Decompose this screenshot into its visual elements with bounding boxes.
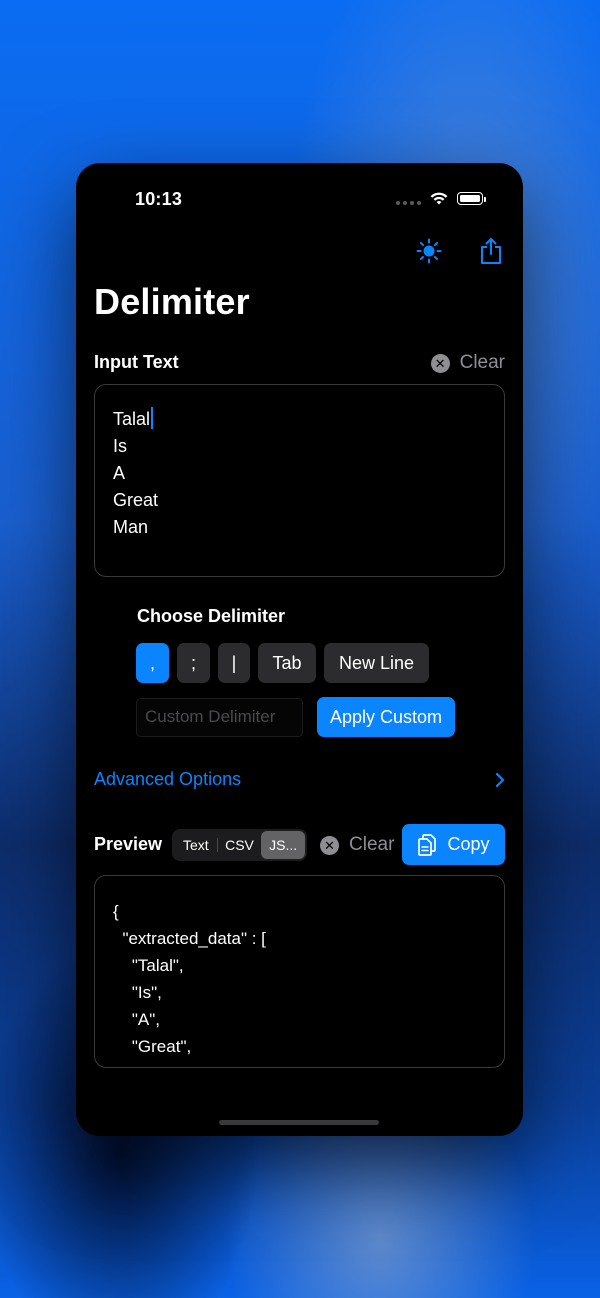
preview-line: { — [113, 902, 119, 921]
preview-line: "Is", — [113, 983, 162, 1002]
input-text-label: Input Text — [94, 352, 179, 372]
format-csv-segment[interactable]: CSV — [218, 831, 262, 859]
choose-delimiter-label: Choose Delimiter — [137, 606, 286, 626]
copy-button[interactable]: Copy — [402, 824, 505, 865]
custom-delimiter-row: Apply Custom — [136, 697, 456, 737]
preview-line: "Great", — [113, 1037, 192, 1056]
chevron-right-icon — [495, 772, 505, 787]
input-text-area[interactable]: Talal Is A Great Man — [94, 384, 505, 577]
preview-label: Preview — [94, 834, 163, 854]
delimiter-semicolon-button[interactable]: ; — [177, 643, 210, 683]
wifi-icon — [430, 192, 448, 205]
preview-line: "A", — [113, 1010, 161, 1029]
toolbar — [415, 237, 505, 265]
advanced-options-label: Advanced Options — [94, 769, 242, 789]
text-caret — [151, 407, 154, 429]
home-indicator[interactable] — [219, 1120, 379, 1125]
input-line: Talal — [113, 406, 486, 433]
app-window: 10:13 Delimiter Input Text ✕ Clear Talal… — [76, 163, 523, 1136]
preview-clear-label: Clear — [349, 834, 395, 855]
preview-line: "extracted_data" : [ — [113, 929, 266, 948]
delimiter-newline-button[interactable]: New Line — [324, 643, 429, 683]
preview-line: "Talal", — [113, 956, 184, 975]
battery-icon — [457, 192, 486, 205]
delimiter-comma-button[interactable]: , — [136, 643, 169, 683]
advanced-options-row[interactable]: Advanced Options — [94, 769, 505, 790]
custom-delimiter-input[interactable] — [136, 697, 303, 737]
input-line: Is — [113, 436, 128, 456]
clear-icon: ✕ — [320, 835, 339, 855]
share-button[interactable] — [477, 237, 505, 265]
sun-icon — [416, 238, 442, 264]
apply-custom-button[interactable]: Apply Custom — [317, 697, 456, 737]
cellular-icon — [396, 200, 421, 205]
appearance-button[interactable] — [415, 237, 443, 265]
preview-header: Preview Text CSV JS... ✕ Clear Copy — [94, 824, 505, 866]
format-text-segment[interactable]: Text — [174, 831, 218, 859]
input-clear-label: Clear — [459, 352, 505, 373]
preview-output[interactable]: { "extracted_data" : [ "Talal", "Is", "A… — [94, 875, 505, 1068]
format-json-segment[interactable]: JS... — [261, 831, 306, 859]
status-time: 10:13 — [135, 189, 183, 209]
copy-icon — [418, 833, 437, 856]
input-clear-button[interactable]: ✕ Clear — [430, 352, 505, 374]
page-title: Delimiter — [94, 281, 250, 322]
delimiter-tab-button[interactable]: Tab — [258, 643, 316, 683]
preview-clear-button[interactable]: ✕ Clear — [320, 834, 394, 856]
clear-icon: ✕ — [430, 353, 450, 373]
status-bar-icons — [396, 191, 486, 206]
share-icon — [481, 238, 501, 264]
delimiter-pipe-button[interactable]: | — [218, 643, 250, 683]
input-line: A — [113, 463, 126, 483]
copy-label: Copy — [447, 834, 490, 854]
format-segmented-control: Text CSV JS... — [172, 829, 307, 861]
input-line: Great — [113, 490, 159, 510]
input-line: Man — [113, 517, 149, 537]
delimiter-options: , ; | Tab New Line — [136, 643, 429, 683]
